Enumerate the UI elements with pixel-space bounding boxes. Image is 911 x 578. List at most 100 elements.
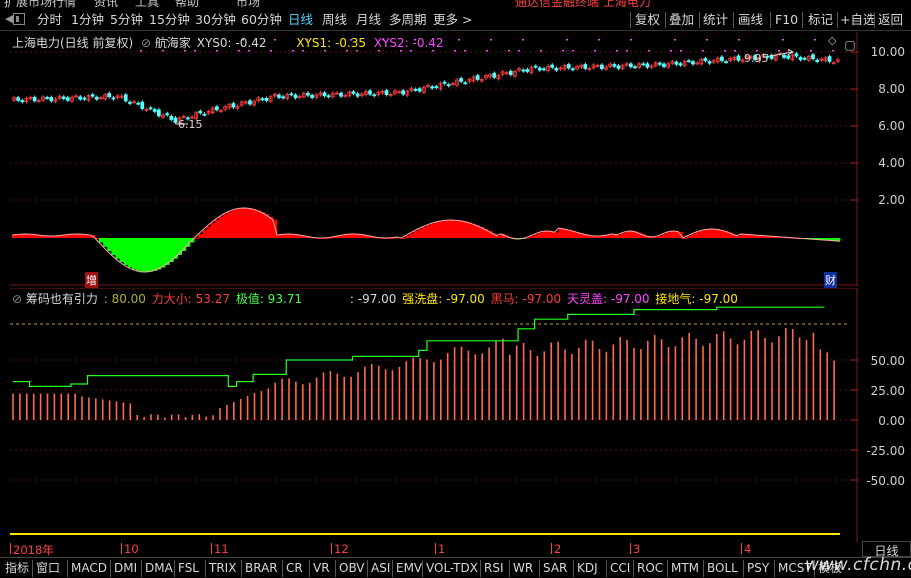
candle-body [165,113,170,116]
period-5min[interactable]: 5分钟 [110,12,143,28]
signal-dot [670,50,672,52]
menu-item-market[interactable]: 市场 [236,0,260,8]
tab-roc[interactable]: ROC [633,560,666,577]
tab-mtm[interactable]: MTM [667,560,702,577]
oscillator-bar [446,220,452,238]
tab-fsl[interactable]: FSL [174,560,202,577]
time-tick: 11 [211,542,229,556]
signal-dot [518,50,520,52]
period-more[interactable]: 更多 > [433,12,472,28]
candle-body [78,96,83,100]
indicator-pane[interactable]: ⊘ 筹码也有引力 : 80.00 力大小: 53.27 极值: 93.71 : … [10,287,858,542]
menu-item-ext-market[interactable]: 扩展市场行情 [4,0,76,8]
candle-body [542,68,546,71]
oscillator-bar [715,229,721,238]
candle-body [463,82,468,85]
tab-asi[interactable]: ASI [367,560,393,577]
tab-指标[interactable]: 指标 [2,560,32,577]
signal-dot [648,50,650,52]
ind-value-washout: 强洗盘: -97.00 [402,292,485,306]
oscillator-bar [123,238,129,265]
diamond-icon[interactable]: ◇ [828,34,836,47]
candle-body [107,93,112,98]
stats-button[interactable]: 统计 [703,12,728,28]
period-60min[interactable]: 60分钟 [241,12,282,28]
candle-body [61,96,66,99]
tab-sar[interactable]: SAR [539,560,570,577]
price-chart-pane[interactable]: 上海电力(日线 前复权) ⊘ 航海家 XYS0: -0.42 XYS1: -0.… [10,32,858,288]
oscillator-bar [206,226,212,238]
oscillator-bar [98,238,104,243]
period-1min[interactable]: 1分钟 [71,12,104,28]
back-button[interactable]: 返回 [878,12,903,28]
candle-body [401,90,406,95]
tab-dmi[interactable]: DMI [110,560,140,577]
tab-kdj[interactable]: KDJ [573,560,601,577]
oscillator-bar [454,220,460,238]
add-favorite-button[interactable]: +自选 [840,12,875,28]
period-30min[interactable]: 30分钟 [195,12,236,28]
f10-button[interactable]: F10 [775,12,798,28]
signal-dot [522,39,524,41]
signal-dot [832,50,834,52]
candle-body [707,61,712,64]
tab-brar[interactable]: BRAR [241,560,281,577]
tab-cci[interactable]: CCI [606,560,633,577]
time-tick: 12 [331,542,349,556]
oscillator-bar [666,232,671,238]
candle-body [413,88,418,91]
tab-boll[interactable]: BOLL [703,560,741,577]
tab-窗口[interactable]: 窗口 [32,560,63,577]
tab-psy[interactable]: PSY [743,560,772,577]
tab-vr[interactable]: VR [309,560,333,577]
draw-line-button[interactable]: 画线 [738,12,763,28]
ind-value-strength: 力大小: 53.27 [151,292,230,306]
oscillator-bar [604,235,609,238]
oscillator-bar [467,222,472,238]
tab-cr[interactable]: CR [282,560,306,577]
oscillator-bar [707,229,712,238]
tab-rsi[interactable]: RSI [480,560,507,577]
signal-dot [540,50,542,52]
period-multi[interactable]: 多周期 [389,12,427,28]
tab-vol-tdx[interactable]: VOL-TDX [422,560,481,577]
oscillator-bar [430,223,435,238]
overlay-button[interactable]: 叠加 [669,12,694,28]
signal-dot [486,50,488,52]
collapse-icon[interactable]: ⊘ [12,292,22,306]
period-weekly[interactable]: 周线 [322,12,347,28]
oscillator-bar [115,238,120,259]
candle-body [492,72,497,78]
candle-body [111,97,116,100]
oscillator-bar [156,238,162,270]
candle-body [355,93,360,97]
time-tick: 2018年 [10,543,54,557]
panel-toggle-icon[interactable] [13,13,25,25]
candle-body [782,54,786,58]
menu-item-news[interactable]: 资讯 [94,0,118,8]
tab-emv[interactable]: EMV [392,560,425,577]
candle-body [691,61,695,65]
period-monthly[interactable]: 月线 [356,12,381,28]
tab-trix[interactable]: TRIX [205,560,239,577]
oscillator-bar [562,228,568,238]
candle-body [662,63,666,67]
oscillator-bar [231,210,236,238]
candle-body [326,95,331,98]
tab-dma[interactable]: DMA [141,560,176,577]
menu-item-help[interactable]: 帮助 [175,0,199,8]
menu-item-tools[interactable]: 工具 [135,0,159,8]
window-toggle-icon[interactable]: ▢ [842,36,858,54]
oscillator-bar [541,231,547,238]
candle-body [148,107,153,110]
mark-button[interactable]: 标记 [808,12,833,28]
period-daily[interactable]: 日线 [288,12,313,28]
tab-macd[interactable]: MACD [67,560,110,577]
period-tick[interactable]: 分时 [37,12,62,28]
tab-obv[interactable]: OBV [335,560,368,577]
period-15min[interactable]: 15分钟 [149,12,190,28]
tab-wr[interactable]: WR [509,560,536,577]
collapse-icon[interactable]: ⊘ [141,36,151,50]
candle-body [82,97,87,100]
adjust-button[interactable]: 复权 [635,12,660,28]
